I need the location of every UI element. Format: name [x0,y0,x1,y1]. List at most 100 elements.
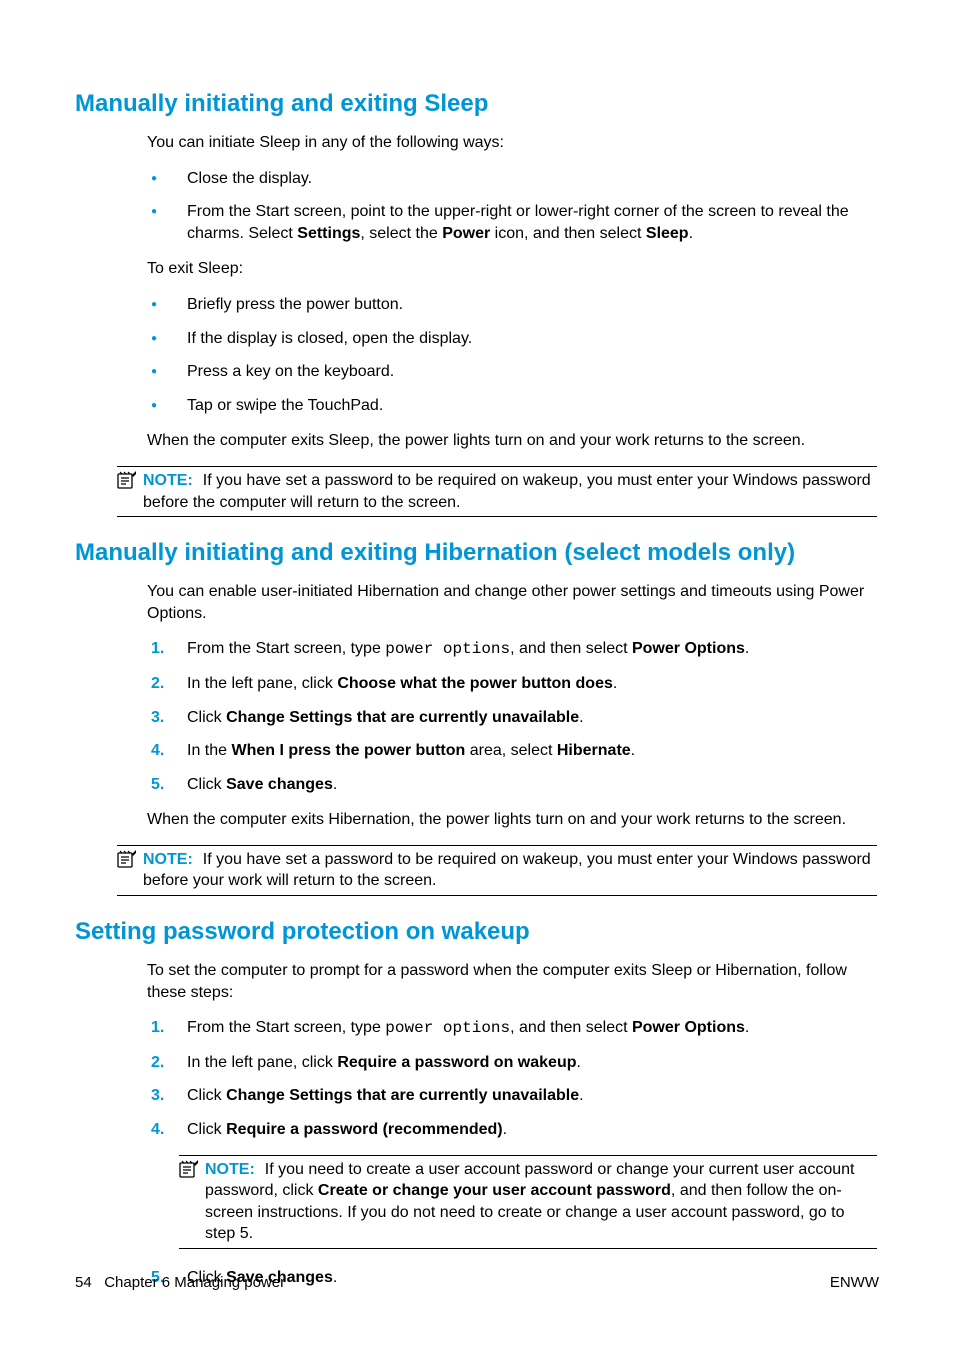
list-item: 4.In the When I press the power button a… [187,740,879,762]
list-item: Close the display. [187,168,879,190]
bold-text: Save changes [226,776,333,793]
step-number: 4. [151,1119,164,1141]
text: . [689,225,693,242]
note-icon [117,850,137,875]
section-sleep: Manually initiating and exiting Sleep Yo… [75,90,879,517]
footer-right: ENWW [830,1274,879,1291]
text: . [333,776,337,793]
heading-sleep: Manually initiating and exiting Sleep [75,90,879,118]
note-label: NOTE: [205,1161,255,1178]
note-block: NOTE:If you have set a password to be re… [117,845,877,896]
text: . [631,742,635,759]
bold-text: Require a password on wakeup [337,1054,576,1071]
list-item: 3.Click Change Settings that are current… [187,1085,879,1107]
section-body: To set the computer to prompt for a pass… [147,960,879,1141]
text: Click [187,776,226,793]
bold-text: Power Options [632,1019,745,1036]
list-item: 1.From the Start screen, type power opti… [187,1017,879,1040]
text: area, select [465,742,557,759]
text: From the Start screen, type [187,640,385,657]
outro-text: When the computer exits Hibernation, the… [147,809,879,831]
steps-list: 1. From the Start screen, type power opti… [147,1017,879,1140]
text: In the left pane, click [187,675,337,692]
list-item: 5.Click Save changes. [187,774,879,796]
bold-text: Change Settings that are currently unava… [226,1087,579,1104]
heading-password: Setting password protection on wakeup [75,918,879,946]
exit-outro: When the computer exits Sleep, the power… [147,430,879,452]
text: Click [187,709,226,726]
list-item: 2.In the left pane, click Require a pass… [187,1052,879,1074]
intro-text: You can initiate Sleep in any of the fol… [147,132,879,154]
initiate-list: Close the display. From the Start screen… [147,168,879,245]
bold-text: Power [442,225,490,242]
step-number: 3. [151,1085,164,1107]
page-number: 54 [75,1274,92,1291]
bold-text: Create or change your user account passw… [318,1182,671,1199]
bold-text: Change Settings that are currently unava… [226,709,579,726]
note-label: NOTE: [143,472,193,489]
bold-text: Hibernate [557,742,631,759]
text: . [745,1019,749,1036]
intro-text: You can enable user-initiated Hibernatio… [147,581,879,624]
bold-text: When I press the power button [231,742,465,759]
text: , select the [360,225,442,242]
text: Click [187,1087,226,1104]
text: . [613,675,617,692]
text: In the left pane, click [187,1054,337,1071]
list-item: 4.Click Require a password (recommended)… [187,1119,879,1141]
list-item: From the Start screen, point to the uppe… [187,201,879,244]
list-item: 1.From the Start screen, type power opti… [187,638,879,661]
text: , and then select [510,1019,632,1036]
bold-text: Power Options [632,640,745,657]
section-password: Setting password protection on wakeup To… [75,918,879,1289]
code-text: power options [385,640,510,658]
section-hibernation: Manually initiating and exiting Hibernat… [75,539,879,896]
exit-list: Briefly press the power button. If the d… [147,294,879,416]
step-number: 2. [151,673,164,695]
step-number: 4. [151,740,164,762]
exit-intro: To exit Sleep: [147,258,879,280]
step-number: 2. [151,1052,164,1074]
text: , and then select [510,640,632,657]
section-body: You can initiate Sleep in any of the fol… [147,132,879,452]
code-text: power options [385,1019,510,1037]
step-number: 1. [151,638,164,660]
intro-text: To set the computer to prompt for a pass… [147,960,879,1003]
list-item: Tap or swipe the TouchPad. [187,395,879,417]
text: Click [187,1121,226,1138]
bold-text: Sleep [646,225,689,242]
bold-text: Choose what the power button does [337,675,613,692]
list-item: If the display is closed, open the displ… [187,328,879,350]
chapter-label: Chapter 6 Managing power [104,1274,285,1291]
document-page: Manually initiating and exiting Sleep Yo… [0,0,954,1351]
heading-hibernation: Manually initiating and exiting Hibernat… [75,539,879,567]
steps-list: 1. From the Start screen, type power opti… [147,638,879,795]
list-item: 2.In the left pane, click Choose what th… [187,673,879,695]
text: . [579,709,583,726]
list-item: Press a key on the keyboard. [187,361,879,383]
bold-text: Require a password (recommended) [226,1121,503,1138]
text: icon, and then select [490,225,646,242]
note-text: If you have set a password to be require… [143,472,871,511]
text: . [576,1054,580,1071]
section-body: You can enable user-initiated Hibernatio… [147,581,879,831]
text: In the [187,742,231,759]
note-block: NOTE:If you need to create a user accoun… [179,1155,877,1249]
note-label: NOTE: [143,851,193,868]
text: From the Start screen, type [187,1019,385,1036]
list-item: 3.Click Change Settings that are current… [187,707,879,729]
note-block: NOTE:If you have set a password to be re… [117,466,877,517]
text: . [503,1121,507,1138]
footer-left: 54 Chapter 6 Managing power [75,1274,285,1291]
note-icon [179,1160,199,1185]
note-text: If you have set a password to be require… [143,851,871,890]
step-number: 3. [151,707,164,729]
list-item: Briefly press the power button. [187,294,879,316]
bold-text: Settings [297,225,360,242]
step-number: 5. [151,774,164,796]
step-number: 1. [151,1017,164,1039]
note-icon [117,471,137,496]
page-footer: 54 Chapter 6 Managing power ENWW [75,1274,879,1291]
text: . [579,1087,583,1104]
text: . [745,640,749,657]
